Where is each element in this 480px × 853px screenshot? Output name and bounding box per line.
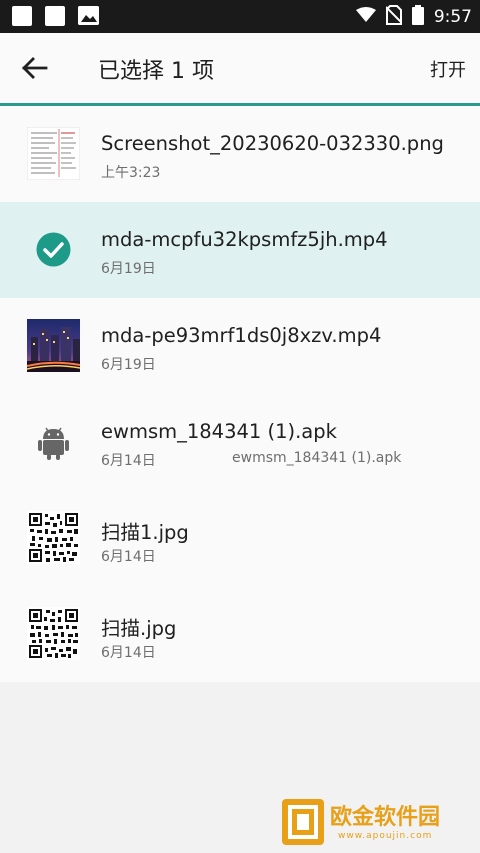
file-name: 扫描.jpg xyxy=(101,617,177,640)
wifi-icon xyxy=(355,6,376,27)
watermark-text: 欧金软件园 xyxy=(330,805,441,830)
file-list: Screenshot_20230620-032330.png 上午3:23 md… xyxy=(0,106,480,682)
file-date: 6月14日 xyxy=(101,645,156,661)
document-thumbnail xyxy=(26,126,81,181)
watermark-emblem xyxy=(282,799,324,845)
notification-icon xyxy=(45,6,65,26)
check-icon xyxy=(27,223,80,276)
status-time: 9:57 xyxy=(433,6,472,27)
file-date: 6月19日 xyxy=(101,261,156,277)
file-row[interactable]: Screenshot_20230620-032330.png 上午3:23 xyxy=(0,106,480,202)
file-name: ewmsm_184341 (1).apk xyxy=(101,420,337,443)
file-name: 扫描1.jpg xyxy=(101,521,189,544)
file-date: 6月14日 xyxy=(101,549,156,565)
toolbar: 已选择 1 项 打开 xyxy=(0,33,480,106)
back-arrow-icon xyxy=(22,57,48,79)
status-bar: 9:57 xyxy=(0,0,480,33)
no-sim-icon xyxy=(385,4,403,29)
file-row[interactable]: ewmsm_184341 (1).apk 6月14日 ewmsm_184341 … xyxy=(0,394,480,490)
image-notification-icon xyxy=(78,6,99,25)
qr-code-thumbnail xyxy=(27,607,80,660)
qr-code-thumbnail xyxy=(27,511,80,564)
file-row[interactable]: 扫描.jpg 6月14日 xyxy=(0,586,480,682)
night-city-thumbnail xyxy=(26,319,81,372)
back-button[interactable] xyxy=(18,53,52,83)
notification-icon xyxy=(12,6,32,26)
file-row[interactable]: 扫描1.jpg 6月14日 xyxy=(0,490,480,586)
file-summary: ewmsm_184341 (1).apk xyxy=(232,450,402,466)
page-title: 已选择 1 项 xyxy=(98,59,214,84)
file-date: 6月19日 xyxy=(101,357,156,373)
file-date: 6月14日 xyxy=(101,453,156,469)
file-row[interactable]: mda-pe93mrf1ds0j8xzv.mp4 6月19日 xyxy=(0,298,480,394)
battery-icon xyxy=(411,4,424,29)
file-name: mda-pe93mrf1ds0j8xzv.mp4 xyxy=(101,324,382,347)
open-button[interactable]: 打开 xyxy=(430,56,466,82)
android-icon xyxy=(27,415,80,468)
file-date: 上午3:23 xyxy=(101,165,161,181)
watermark-logo: 欧金软件园 www.apoujin.com xyxy=(278,795,474,849)
file-name: mda-mcpfu32kpsmfz5jh.mp4 xyxy=(101,228,388,251)
file-row-selected[interactable]: mda-mcpfu32kpsmfz5jh.mp4 6月19日 xyxy=(0,202,480,298)
watermark-url: www.apoujin.com xyxy=(338,831,433,841)
file-name: Screenshot_20230620-032330.png xyxy=(101,132,444,155)
